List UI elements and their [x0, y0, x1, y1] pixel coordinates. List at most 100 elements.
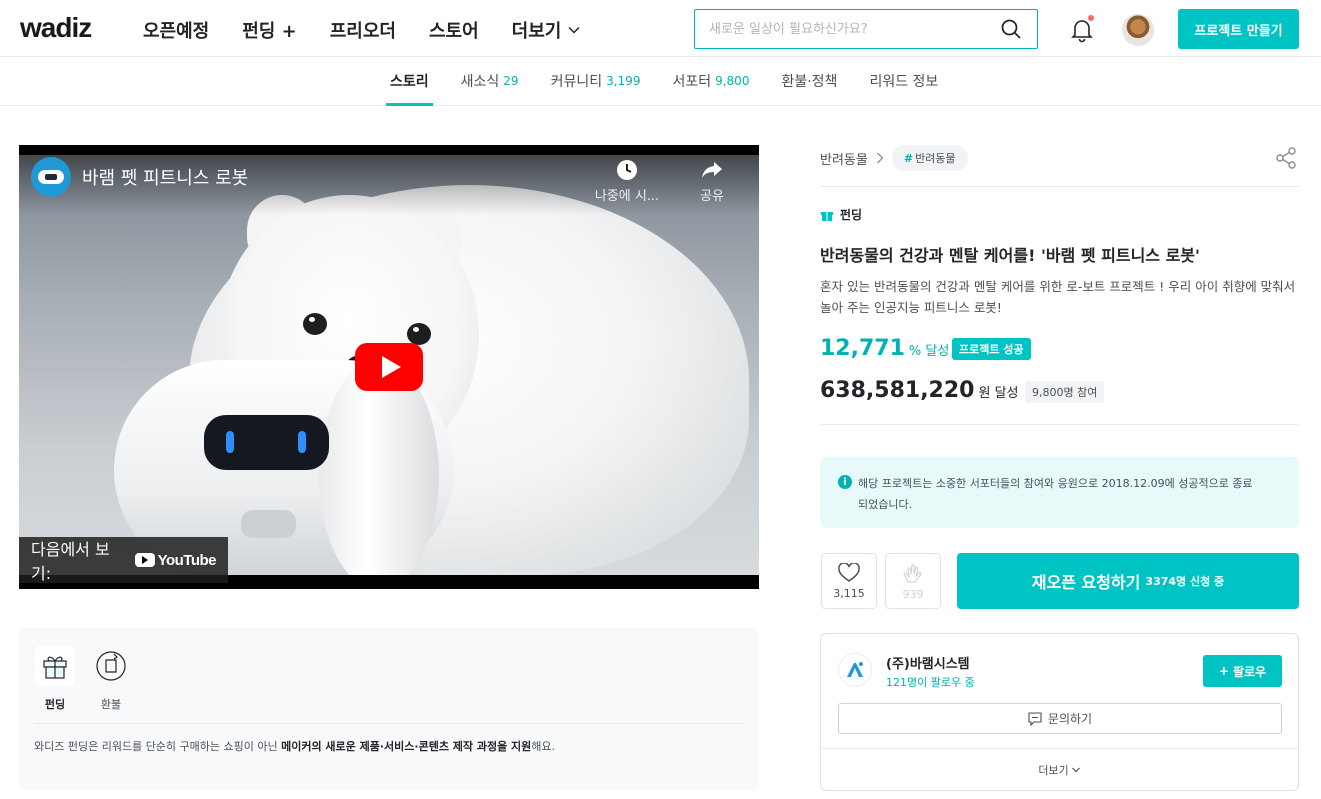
notice-text: 해당 프로젝트는 소중한 서포터들의 참여와 응원으로 2018.12.09에 … [858, 477, 1253, 511]
info-tile-refund[interactable]: 환불 [91, 646, 131, 712]
tab-supporters[interactable]: 서포터 9,800 [668, 57, 753, 105]
user-avatar[interactable] [1122, 14, 1154, 46]
share-icon[interactable] [1274, 146, 1298, 170]
rate-value: 12,771 [820, 336, 905, 361]
divider [820, 424, 1299, 425]
search-box [694, 9, 1038, 49]
chat-bubble-icon [1028, 711, 1042, 726]
video-top-bar: 바램 펫 피트니스 로봇 나중에 시... 공유 [19, 145, 759, 215]
project-description: 혼자 있는 반려동물의 건강과 멘탈 케어를 위한 로-보트 프로젝트 ! 우리… [820, 279, 1296, 315]
reopen-request-button[interactable]: 재오픈 요청하기 3374명 신청 중 [957, 553, 1299, 609]
hash-symbol: # [903, 152, 914, 165]
share-arrow-icon [702, 162, 722, 178]
robot-eye [298, 431, 306, 453]
funding-info-box: 펀딩 환불 와디즈 펀딩은 리워드를 단순히 구매하는 쇼핑이 아닌 메이커의 … [19, 628, 759, 790]
main-nav: 오픈예정 펀딩 + 프리오더 스토어 더보기 [143, 17, 614, 43]
nav-item-more[interactable]: 더보기 [512, 17, 582, 43]
project-tabs: 스토리 새소식 29 커뮤니티 3,199 서포터 9,800 환불·정책 리워드 정… [0, 57, 1321, 106]
nav-label: 프리오더 [329, 21, 396, 42]
funding-explanation: 와디즈 펀딩은 리워드를 단순히 구매하는 쇼핑이 아닌 메이커의 새로운 제품… [34, 738, 555, 754]
tab-label: 리워드 정보 [869, 74, 939, 90]
tab-label: 커뮤니티 [550, 74, 603, 90]
tile-label: 펀딩 [44, 698, 66, 711]
tab-count: 9,800 [715, 74, 750, 88]
explanation-text: 와디즈 펀딩은 리워드를 단순히 구매하는 쇼핑이 아닌 [34, 740, 282, 753]
play-button[interactable] [355, 343, 423, 391]
youtube-logo: YouTube [134, 552, 217, 569]
tab-label: 새소식 [460, 74, 500, 90]
robot-eye [226, 431, 234, 453]
tab-news[interactable]: 새소식 29 [457, 57, 523, 105]
create-project-button[interactable]: 프로젝트 만들기 [1178, 9, 1299, 49]
info-tile-funding[interactable]: 펀딩 [35, 646, 75, 712]
robot-wheel [319, 360, 439, 575]
info-icon: i [838, 475, 852, 489]
video-title[interactable]: 바램 펫 피트니스 로봇 [82, 164, 248, 190]
success-badge: 프로젝트 성공 [952, 338, 1031, 360]
dog-eye [407, 323, 431, 345]
tab-label: 환불·정책 [781, 74, 838, 90]
follow-label: 팔로우 [1232, 664, 1267, 679]
share-label: 공유 [700, 189, 724, 204]
nav-item-store[interactable]: 스토어 [429, 17, 479, 43]
search-icon[interactable] [999, 17, 1023, 41]
tag-chip[interactable]: # 반려동물 [891, 145, 968, 171]
achievement-rate: 12,771 % 달성 [820, 336, 949, 361]
follower-count: 121명이 팔로우 중 [886, 676, 975, 689]
project-type-label: 펀딩 [840, 208, 863, 222]
nav-item-open-soon[interactable]: 오픈예정 [143, 17, 209, 43]
like-button[interactable]: 3,115 [821, 553, 877, 609]
tag-label: 반려동물 [915, 152, 956, 165]
funded-amount: 638,581,220 원 달성 [820, 378, 1019, 403]
youtube-video-player[interactable]: 바램 펫 피트니스 로봇 나중에 시... 공유 다음에서 보기: YouTub… [19, 145, 759, 589]
search-input[interactable] [709, 21, 999, 37]
amount-value: 638,581,220 [820, 378, 975, 403]
chevron-down-icon [568, 26, 580, 34]
wadiz-logo[interactable]: wadiz [20, 12, 92, 44]
tab-label: 스토리 [390, 74, 429, 90]
participants-badge: 9,800명 참여 [1025, 381, 1105, 403]
refund-icon [96, 651, 126, 681]
maker-logo[interactable] [838, 653, 872, 687]
watch-later-button[interactable]: 나중에 시... [587, 157, 667, 204]
gift-icon [821, 211, 833, 221]
cheer-count: 939 [902, 587, 924, 601]
watch-on-youtube-bar[interactable]: 다음에서 보기: YouTube [19, 537, 228, 583]
like-count: 3,115 [833, 586, 865, 600]
inquiry-label: 문의하기 [1047, 712, 1093, 726]
robot-face [204, 415, 329, 470]
project-type: 펀딩 [820, 206, 862, 223]
dog-eye [303, 313, 327, 335]
explanation-text-end: 해요. [531, 740, 556, 753]
share-video-button[interactable]: 공유 [672, 157, 752, 204]
divider [821, 748, 1298, 749]
play-icon [381, 356, 401, 378]
tab-story[interactable]: 스토리 [386, 57, 433, 106]
nav-item-funding[interactable]: 펀딩 + [242, 17, 296, 43]
category-link[interactable]: 반려동물 [820, 149, 868, 168]
maker-more-button[interactable]: 더보기 [821, 762, 1298, 778]
maker-card: (주)바램시스템 121명이 팔로우 중 + 팔로우 문의하기 더보기 [820, 633, 1299, 791]
watch-later-label: 나중에 시... [594, 189, 660, 204]
reopen-count: 3374명 신청 중 [1145, 575, 1225, 588]
tab-count: 3,199 [606, 74, 641, 88]
nav-item-preorder[interactable]: 프리오더 [330, 17, 396, 43]
tab-community[interactable]: 커뮤니티 3,199 [547, 57, 645, 105]
cheer-button[interactable]: 939 [885, 553, 941, 609]
explanation-bold: 메이커의 새로운 제품·서비스·콘텐츠 제작 과정을 지원 [281, 740, 532, 753]
channel-avatar[interactable] [31, 157, 71, 197]
ended-notice: i 해당 프로젝트는 소중한 서포터들의 참여와 응원으로 2018.12.09… [820, 457, 1299, 528]
tab-label: 서포터 [672, 74, 712, 90]
nav-label: 오픈예정 [143, 21, 210, 42]
gift-icon [43, 656, 67, 679]
bell-icon[interactable] [1068, 15, 1096, 43]
top-header: wadiz 오픈예정 펀딩 + 프리오더 스토어 더보기 프로젝트 만들기 [0, 0, 1321, 57]
follow-button[interactable]: + 팔로우 [1203, 655, 1282, 687]
more-label: 더보기 [1038, 764, 1069, 777]
tab-reward-info[interactable]: 리워드 정보 [865, 57, 942, 105]
maker-name[interactable]: (주)바램시스템 [886, 653, 970, 672]
tab-refund-policy[interactable]: 환불·정책 [777, 57, 841, 105]
notification-dot [1088, 15, 1094, 21]
chevron-down-icon [1071, 767, 1080, 773]
inquiry-button[interactable]: 문의하기 [838, 703, 1282, 734]
